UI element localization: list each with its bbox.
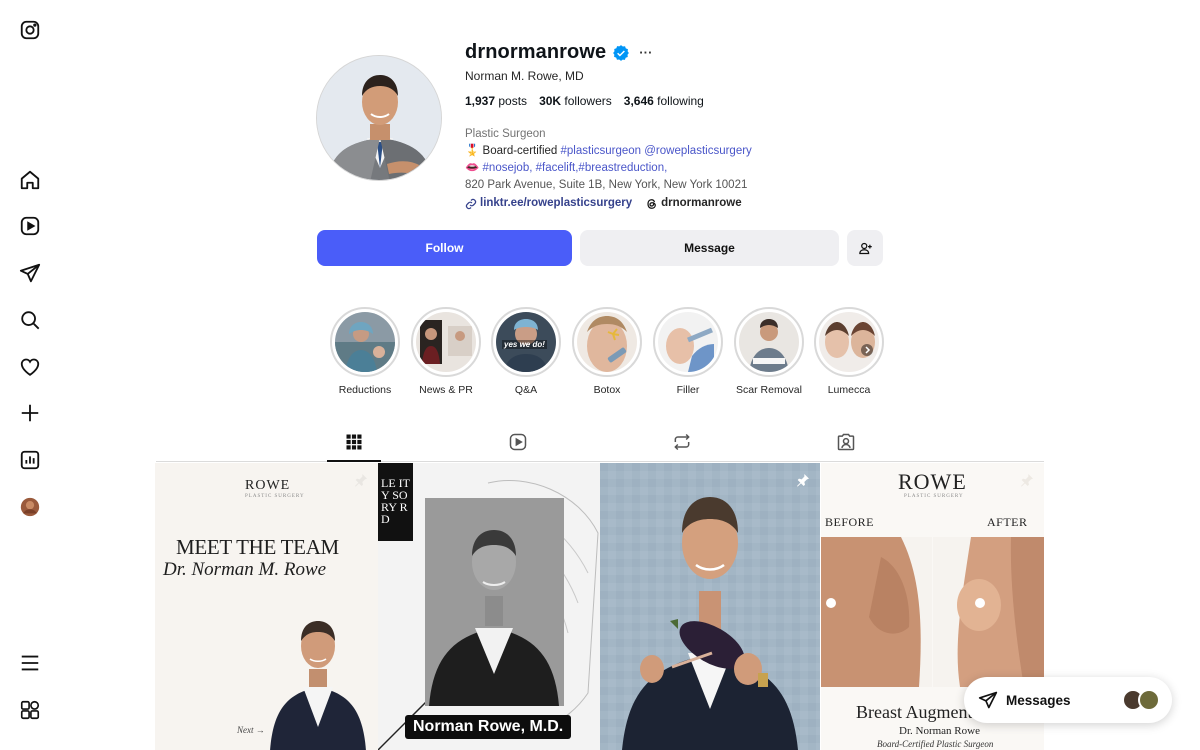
- highlight-filler[interactable]: Filler: [653, 307, 723, 396]
- post-subtitle: Board-Certified Plastic Surgeon: [877, 739, 994, 749]
- highlight-news-pr[interactable]: News & PR: [411, 307, 481, 396]
- profile-full-name: Norman M. Rowe, MD: [465, 69, 584, 83]
- profile-avatar-icon[interactable]: [18, 495, 42, 519]
- highlight-cover: [658, 312, 718, 372]
- also-from-meta-icon[interactable]: [18, 698, 42, 722]
- messages-label: Messages: [1006, 692, 1071, 708]
- bio-line-1: 🎖️ Board-certified #plasticsurgeon @rowe…: [465, 145, 752, 157]
- doctor-eggplant-photo: [600, 463, 820, 750]
- profile-username: drnormanrowe ···: [465, 41, 653, 64]
- post-caption: Norman Rowe, M.D.: [405, 715, 572, 739]
- bio-link[interactable]: linktr.ee/roweplasticsurgery: [465, 195, 632, 212]
- following-stat[interactable]: 3,646 following: [624, 94, 704, 108]
- message-avatars: [1122, 689, 1160, 711]
- highlight-cover: yes we do!: [496, 312, 556, 372]
- bio-hashtags-1[interactable]: #plasticsurgeon @roweplasticsurgery: [561, 145, 752, 157]
- add-user-icon: [858, 242, 872, 254]
- medal-emoji-icon: 🎖️: [465, 145, 480, 157]
- post-brand-logo: ROWE: [898, 469, 967, 494]
- link-icon: [465, 198, 477, 209]
- pinned-icon: [797, 474, 809, 487]
- profile-bio: Plastic Surgeon 🎖️ Board-certified #plas…: [465, 126, 752, 212]
- post-brand-logo: ROWE: [245, 478, 291, 493]
- post-doctor-name: Dr. Norman M. Rowe: [163, 559, 327, 580]
- follow-button[interactable]: Follow: [317, 230, 572, 266]
- profile-picture[interactable]: [316, 55, 442, 181]
- bio-hashtags-2[interactable]: #nosejob, #facelift,#breastreduction,: [483, 162, 668, 174]
- highlight-cover: [819, 312, 879, 372]
- lips-emoji-icon: 👄: [465, 162, 480, 174]
- before-label: BEFORE: [825, 515, 875, 529]
- instagram-logo-icon[interactable]: [18, 18, 42, 42]
- post-tile-norman-rowe-md[interactable]: LE ITY SORY RD Norman Rowe, M.D.: [378, 463, 600, 750]
- highlight-reductions[interactable]: Reductions: [330, 307, 400, 396]
- highlight-cover: [577, 312, 637, 372]
- highlight-cover: [416, 312, 476, 372]
- bio-category: Plastic Surgeon: [465, 128, 546, 140]
- search-icon[interactable]: [18, 308, 42, 332]
- reels-icon: [509, 433, 527, 451]
- bio-line-2: 👄 #nosejob, #facelift,#breastreduction,: [465, 160, 752, 177]
- magazine-fragment-text: LE ITY SORY RD: [381, 476, 410, 526]
- pinned-icon: [355, 474, 367, 487]
- threads-icon: [647, 198, 657, 209]
- highlight-cover: [335, 312, 395, 372]
- left-nav-rail: [0, 0, 62, 750]
- bio-links: linktr.ee/roweplasticsurgery drnormanrow…: [465, 195, 752, 212]
- profile-stats: 1,937 posts 30K followers 3,646 followin…: [465, 94, 704, 108]
- after-label: AFTER: [987, 515, 1028, 529]
- highlight-lumecca[interactable]: Lumecca: [814, 307, 884, 396]
- tab-posts[interactable]: [327, 432, 381, 462]
- grid-icon: [346, 434, 362, 450]
- post-tile-eggplant[interactable]: [600, 463, 820, 750]
- direct-send-icon: [978, 691, 998, 709]
- dashboard-icon[interactable]: [18, 448, 42, 472]
- highlight-scar-removal[interactable]: Scar Removal: [734, 307, 804, 396]
- doctor-photo: [270, 621, 366, 750]
- pinned-icon: [1021, 474, 1033, 487]
- more-options-icon[interactable]: ···: [639, 45, 652, 60]
- before-after-photos: [821, 537, 1044, 687]
- post-doctor-name: Dr. Norman Rowe: [899, 725, 980, 737]
- tagged-icon: [837, 433, 855, 451]
- post-tile-meet-the-team[interactable]: ROWE PLASTIC SURGERY MEET THE TEAM Dr. N…: [155, 463, 378, 750]
- message-button[interactable]: Message: [580, 230, 839, 266]
- verified-badge-icon: [613, 44, 630, 61]
- menu-icon[interactable]: [18, 651, 42, 675]
- direct-send-icon[interactable]: [18, 261, 42, 285]
- highlight-qa[interactable]: yes we do! Q&A: [491, 307, 561, 396]
- post-headline: MEET THE TEAM: [176, 535, 339, 559]
- repost-icon: [674, 433, 690, 451]
- followers-stat[interactable]: 30K followers: [539, 94, 612, 108]
- bio-address: 820 Park Avenue, Suite 1B, New York, New…: [465, 179, 748, 191]
- reels-icon[interactable]: [18, 214, 42, 238]
- avatar: [1138, 689, 1160, 711]
- posts-stat: 1,937 posts: [465, 94, 528, 108]
- create-plus-icon[interactable]: [18, 401, 42, 425]
- tab-tagged[interactable]: [819, 432, 873, 462]
- profile-tabs: [156, 428, 1044, 462]
- tab-reels[interactable]: [491, 432, 545, 462]
- username-text: drnormanrowe: [465, 41, 607, 63]
- messages-floating-button[interactable]: Messages: [964, 677, 1172, 723]
- qa-overlay-text: yes we do!: [502, 340, 547, 349]
- tab-reposts[interactable]: [655, 432, 709, 462]
- suggested-users-button[interactable]: [847, 230, 883, 266]
- post-next-label: Next →: [237, 725, 265, 735]
- doctor-bw-photo: [425, 498, 564, 706]
- highlight-botox[interactable]: Botox: [572, 307, 642, 396]
- home-icon[interactable]: [18, 168, 42, 192]
- highlight-cover: [739, 312, 799, 372]
- threads-link[interactable]: drnormanrowe: [646, 195, 742, 212]
- heart-icon[interactable]: [18, 355, 42, 379]
